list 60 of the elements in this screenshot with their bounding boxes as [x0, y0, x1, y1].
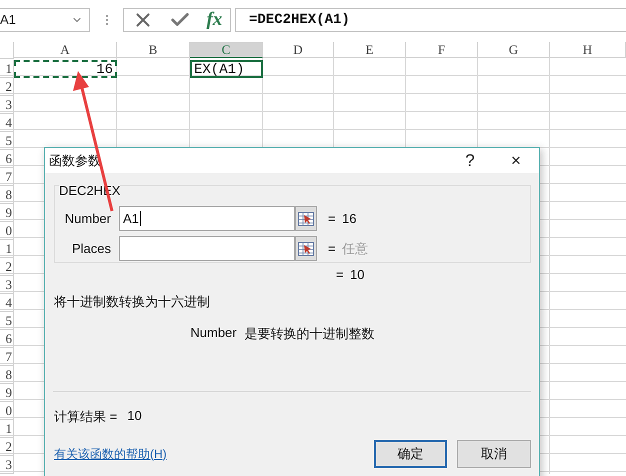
row-header[interactable]: 0 — [0, 402, 14, 420]
row-header[interactable]: 1 — [0, 420, 14, 438]
range-select-icon — [298, 212, 314, 226]
ok-button[interactable]: 确定 — [374, 440, 447, 468]
function-description: 将十进制数转换为十六进制 — [54, 293, 210, 311]
row-header[interactable]: 6 — [0, 150, 14, 168]
column-header[interactable]: F — [406, 42, 478, 58]
argument-result: 16 — [342, 211, 356, 226]
column-header[interactable]: E — [334, 42, 406, 58]
argument-field[interactable] — [119, 236, 295, 261]
close-button[interactable]: × — [493, 148, 539, 173]
column-header[interactable]: H — [550, 42, 626, 58]
column-header[interactable]: B — [117, 42, 190, 58]
column-header[interactable]: C — [190, 42, 263, 58]
row-header[interactable]: 4 — [0, 114, 14, 132]
calc-result-label: 计算结果 = — [54, 408, 118, 426]
column-header[interactable]: D — [263, 42, 334, 58]
equals-sign: = — [328, 241, 337, 256]
argument-result: 任意 — [342, 240, 368, 258]
column-header[interactable]: A — [14, 42, 117, 58]
row-header[interactable]: 5 — [0, 312, 14, 330]
help-button[interactable]: ? — [447, 148, 493, 173]
formula-result: 10 — [350, 266, 364, 282]
formula-field[interactable]: =DEC2HEX(A1) — [235, 8, 626, 32]
row-header[interactable]: 3 — [0, 96, 14, 114]
help-link[interactable]: 有关该函数的帮助(H) — [54, 446, 364, 462]
row-header[interactable]: 9 — [0, 204, 14, 222]
row-header[interactable]: 0 — [0, 222, 14, 240]
row-header[interactable]: 8 — [0, 186, 14, 204]
column-header[interactable]: G — [478, 42, 550, 58]
row-header[interactable]: 7 — [0, 168, 14, 186]
argument-description: 是要转换的十进制整数 — [244, 325, 375, 343]
cancel-button[interactable]: 取消 — [457, 440, 531, 468]
argument-label: Places — [70, 241, 111, 256]
range-select-icon — [298, 242, 314, 256]
grip-icon — [104, 12, 110, 26]
row-header[interactable]: 2 — [0, 438, 14, 456]
row-header[interactable]: 3 — [0, 456, 14, 474]
insert-function-button[interactable]: fx — [206, 8, 222, 30]
row-header[interactable]: 2 — [0, 258, 14, 276]
name-box[interactable]: A1 — [0, 8, 90, 32]
row-header[interactable]: 2 — [0, 78, 14, 96]
row-header[interactable]: 6 — [0, 330, 14, 348]
row-header[interactable]: 8 — [0, 366, 14, 384]
row-header[interactable]: 5 — [0, 132, 14, 150]
row-header[interactable]: 9 — [0, 384, 14, 402]
argument-name: Number — [190, 325, 237, 342]
row-header[interactable]: 1 — [0, 60, 14, 78]
calc-result-value: 10 — [127, 408, 142, 425]
argument-field[interactable]: A1 — [119, 206, 295, 231]
equals-sign: = — [328, 211, 337, 226]
table-cell[interactable]: EX(A1) — [190, 60, 263, 78]
row-header[interactable]: 3 — [0, 276, 14, 294]
range-select-button[interactable] — [295, 236, 317, 261]
row-header[interactable]: 4 — [0, 294, 14, 312]
row-header[interactable]: 1 — [0, 240, 14, 258]
argument-label: Number — [64, 211, 111, 226]
equals-sign: = — [336, 266, 345, 282]
range-select-button[interactable] — [295, 206, 317, 231]
row-header[interactable]: 7 — [0, 348, 14, 366]
